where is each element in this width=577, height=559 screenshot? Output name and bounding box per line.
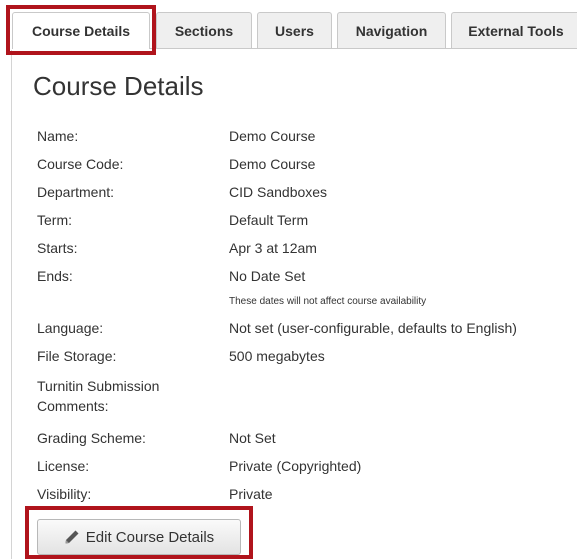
detail-label: Visibility: [37,486,92,502]
edit-button-label: Edit Course Details [85,528,215,546]
tab-divider [150,48,577,49]
dates-note: These dates will not affect course avail… [229,296,427,307]
detail-label: Department: [37,184,115,200]
detail-label: Course Code: [37,156,124,172]
detail-label: Name: [37,128,79,144]
detail-value: Demo Course [229,128,316,144]
detail-value: Not set (user-configurable, defaults to … [229,320,517,336]
detail-value: Private (Copyrighted) [229,458,362,474]
detail-label: Starts: [37,240,78,256]
detail-value: Apr 3 at 12am [229,240,317,256]
course-settings-tabs: Course Details Sections Users Navigation… [0,0,577,57]
detail-value: Default Term [229,212,309,228]
detail-label: Ends: [37,268,73,284]
detail-label: Term: [37,212,72,228]
tab-external-tools[interactable]: External Tools [451,12,577,49]
tab-users[interactable]: Users [257,12,332,49]
detail-value: Demo Course [229,156,316,172]
detail-value: Private [229,486,273,502]
tab-course-details[interactable]: Course Details [12,12,150,49]
content-border [11,50,12,559]
page-title: Course Details [33,71,204,101]
detail-value: No Date Set [229,268,306,284]
detail-label: Grading Scheme: [37,430,146,446]
detail-label: File Storage: [37,348,117,364]
edit-course-details-button[interactable]: Edit Course Details [37,519,241,555]
detail-value: Not Set [229,430,276,446]
detail-label: Language: [37,320,104,336]
detail-label: Turnitin Submission Comments: [37,378,160,414]
detail-value: CID Sandboxes [229,184,328,200]
pencil-icon [64,529,80,545]
detail-label: License: [37,458,90,474]
tab-navigation[interactable]: Navigation [337,12,446,49]
detail-value: 500 megabytes [229,348,325,364]
tab-sections[interactable]: Sections [156,12,252,49]
